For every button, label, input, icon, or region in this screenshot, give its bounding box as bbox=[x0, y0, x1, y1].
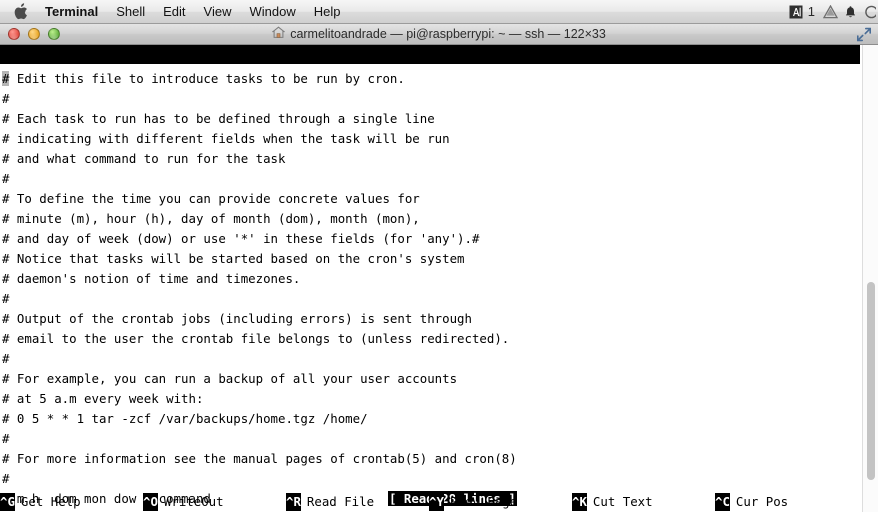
window-title-bar: carmelitoandrade — pi@raspberrypi: ~ — s… bbox=[0, 24, 878, 45]
shortcut-label: Prev Page bbox=[449, 494, 518, 509]
shortcut-cur-pos[interactable]: ^C Cur Pos bbox=[715, 492, 858, 512]
editor-line: # minute (m), hour (h), day of month (do… bbox=[2, 211, 420, 226]
editor-line: # bbox=[2, 431, 10, 446]
editor-line: # For more information see the manual pa… bbox=[2, 451, 517, 466]
editor-line: # To define the time you can provide con… bbox=[2, 191, 420, 206]
nano-editor[interactable]: GNU nano 2.2.6 File: /tmp/crontab.mi8W2D… bbox=[0, 45, 860, 512]
shortcut-label: Read File bbox=[306, 494, 375, 509]
shortcut-label: Get Help bbox=[20, 494, 81, 509]
editor-line: # daemon's notion of time and timezones. bbox=[2, 271, 301, 286]
shortcut-key: ^G bbox=[0, 493, 15, 511]
editor-line: # bbox=[2, 91, 10, 106]
keyboard-input-menu-icon[interactable] bbox=[789, 2, 803, 22]
menu-bar-status-area: 1 bbox=[789, 2, 878, 22]
menu-item-terminal[interactable]: Terminal bbox=[36, 1, 107, 23]
shortcut-row: ^G Get Help ^O WriteOut ^R Read File ^Y Prev Pa… bbox=[0, 492, 860, 512]
editor-line: # at 5 a.m every week with: bbox=[2, 391, 204, 406]
editor-line: # 0 5 * * 1 tar -zcf /var/backups/home.t… bbox=[2, 411, 368, 426]
shortcut-key: ^O bbox=[143, 493, 158, 511]
editor-line: # bbox=[2, 171, 10, 186]
editor-line: # and day of week (dow) or use '*' in th… bbox=[2, 231, 480, 246]
window-title-group: carmelitoandrade — pi@raspberrypi: ~ — s… bbox=[0, 24, 878, 45]
editor-line: # Each task to run has to be defined thr… bbox=[2, 111, 435, 126]
menu-item-view[interactable]: View bbox=[195, 1, 241, 23]
zoom-button[interactable] bbox=[48, 28, 60, 40]
editor-line: # bbox=[2, 351, 10, 366]
shortcut-get-help[interactable]: ^G Get Help bbox=[0, 492, 143, 512]
terminal-scrollbar[interactable] bbox=[862, 45, 878, 512]
nano-title-bar: GNU nano 2.2.6 File: /tmp/crontab.mi8W2D… bbox=[0, 45, 860, 64]
home-icon bbox=[271, 26, 286, 42]
editor-line: # Output of the crontab jobs (including … bbox=[2, 311, 472, 326]
minimize-button[interactable] bbox=[28, 28, 40, 40]
shortcut-writeout[interactable]: ^O WriteOut bbox=[143, 492, 286, 512]
shortcut-key: ^Y bbox=[429, 493, 444, 511]
shortcut-key: ^K bbox=[572, 493, 587, 511]
bell-icon[interactable] bbox=[844, 2, 857, 22]
window-traffic-lights bbox=[0, 28, 60, 40]
input-menu-count: 1 bbox=[807, 4, 815, 19]
shortcut-label: Cur Pos bbox=[735, 494, 789, 509]
nano-status-line: [ Read 28 lines ] bbox=[0, 470, 860, 506]
editor-line: # For example, you can run a backup of a… bbox=[2, 371, 458, 386]
close-button[interactable] bbox=[8, 28, 20, 40]
shortcut-prev-page[interactable]: ^Y Prev Page bbox=[429, 492, 572, 512]
editor-line: # and what command to run for the task bbox=[2, 151, 286, 166]
menu-item-shell[interactable]: Shell bbox=[107, 1, 154, 23]
shortcut-read-file[interactable]: ^R Read File bbox=[286, 492, 429, 512]
shortcut-key: ^R bbox=[286, 493, 301, 511]
shortcut-label: WriteOut bbox=[163, 494, 224, 509]
window-title-text: carmelitoandrade — pi@raspberrypi: ~ — s… bbox=[290, 27, 606, 41]
editor-line: # email to the user the crontab file bel… bbox=[2, 331, 510, 346]
editor-line: # bbox=[2, 291, 10, 306]
shortcut-label: Cut Text bbox=[592, 494, 653, 509]
macos-menu-bar: Terminal Shell Edit View Window Help 1 bbox=[0, 0, 878, 24]
circle-icon[interactable] bbox=[863, 2, 876, 22]
menu-item-edit[interactable]: Edit bbox=[154, 1, 194, 23]
google-drive-icon[interactable] bbox=[823, 2, 838, 22]
menu-item-help[interactable]: Help bbox=[305, 1, 350, 23]
editor-line: # indicating with different fields when … bbox=[2, 131, 450, 146]
editor-line: # Notice that tasks will be started base… bbox=[2, 251, 465, 266]
editor-line: # Edit this file to introduce tasks to b… bbox=[2, 69, 860, 89]
shortcut-cut-text[interactable]: ^K Cut Text bbox=[572, 492, 715, 512]
scrollbar-thumb[interactable] bbox=[867, 282, 875, 480]
editor-line-text: Edit this file to introduce tasks to be … bbox=[9, 71, 405, 86]
nano-text-buffer[interactable]: # Edit this file to introduce tasks to b… bbox=[0, 64, 860, 512]
shortcut-key: ^C bbox=[715, 493, 730, 511]
nano-shortcut-bar: ^G Get Help ^O WriteOut ^R Read File ^Y Prev Pa… bbox=[0, 492, 860, 512]
fullscreen-arrows-icon[interactable] bbox=[856, 27, 872, 42]
menu-item-window[interactable]: Window bbox=[241, 1, 305, 23]
terminal-content-area[interactable]: GNU nano 2.2.6 File: /tmp/crontab.mi8W2D… bbox=[0, 45, 878, 512]
apple-logo-icon[interactable] bbox=[0, 3, 36, 20]
